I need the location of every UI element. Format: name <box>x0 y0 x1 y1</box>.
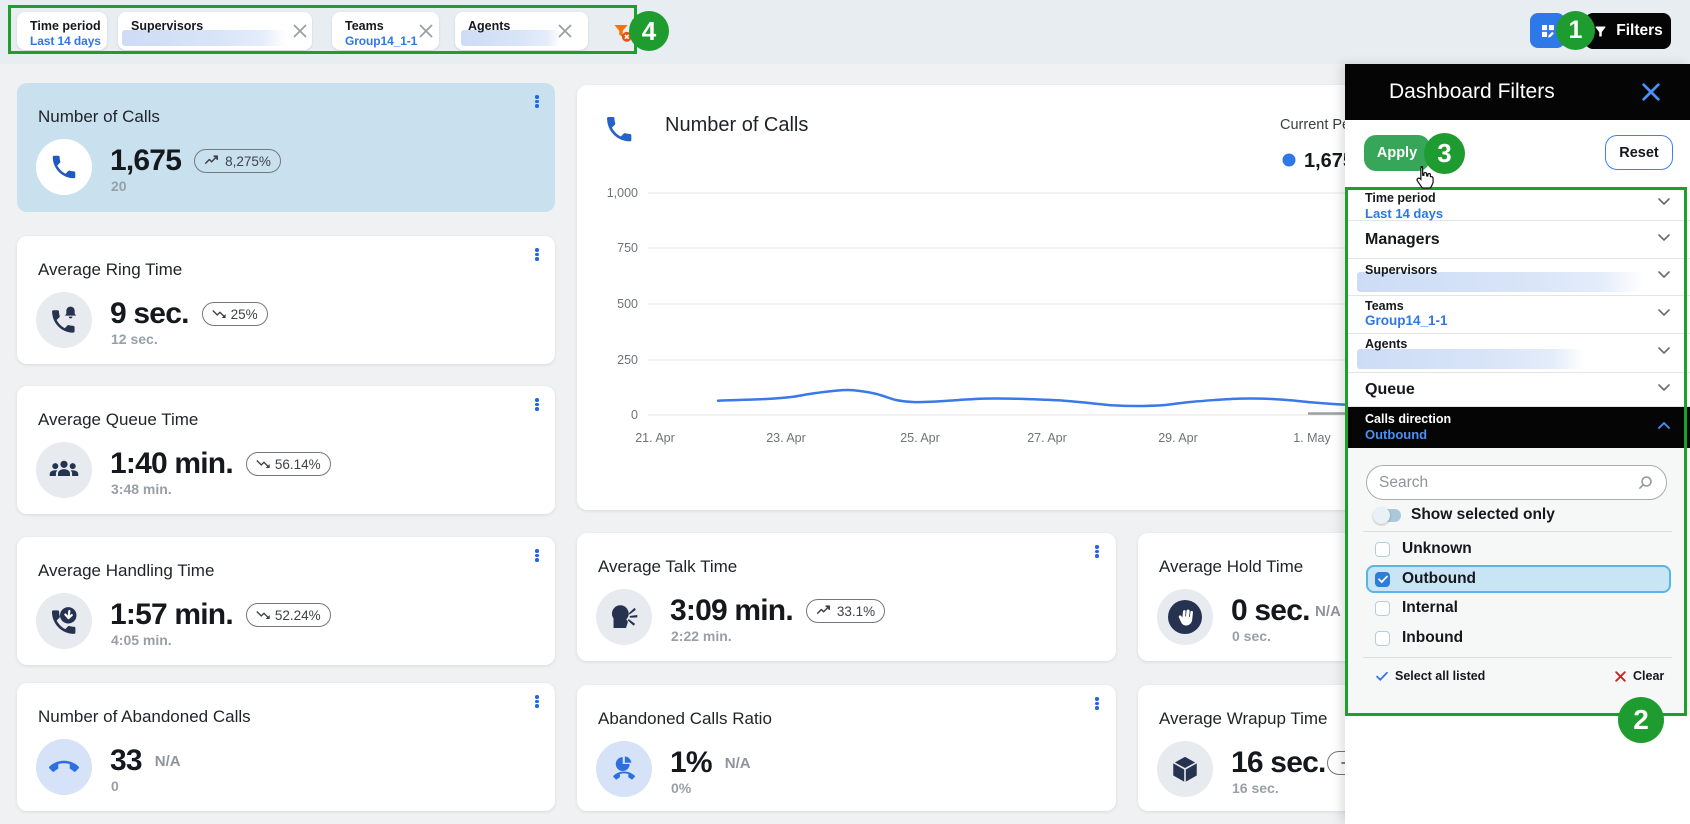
svg-text:Number of Calls: Number of Calls <box>665 114 808 136</box>
svg-text:27. Apr: 27. Apr <box>1027 431 1067 445</box>
svg-text:25. Apr: 25. Apr <box>900 431 940 445</box>
svg-text:29. Apr: 29. Apr <box>1158 431 1198 445</box>
svg-text:250: 250 <box>617 353 638 367</box>
svg-text:1. May: 1. May <box>1293 431 1331 445</box>
svg-text:23. Apr: 23. Apr <box>766 431 806 445</box>
svg-text:500: 500 <box>617 297 638 311</box>
svg-text:1,000: 1,000 <box>607 186 638 200</box>
svg-text:750: 750 <box>617 241 638 255</box>
svg-text:21. Apr: 21. Apr <box>635 431 675 445</box>
svg-text:0: 0 <box>631 408 638 422</box>
